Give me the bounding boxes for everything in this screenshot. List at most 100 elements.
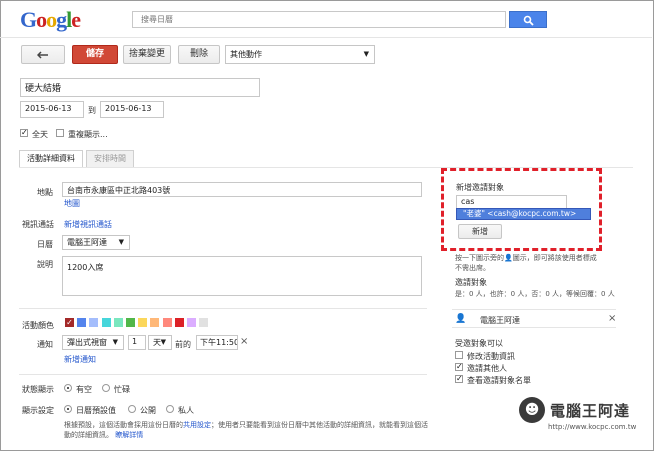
remove-guest-icon[interactable]: ×	[608, 313, 616, 324]
to-label: 到	[88, 106, 96, 115]
discard-button[interactable]: 捨棄變更	[123, 45, 171, 64]
learn-more-link[interactable]: 瞭解詳情	[115, 431, 143, 439]
end-date-input[interactable]: 2015-06-13	[100, 101, 164, 118]
notification-amount-input[interactable]: 1	[128, 335, 146, 350]
notification-label: 通知	[37, 340, 53, 349]
calendar-value: 電腦王阿達	[67, 238, 107, 247]
section-divider	[19, 374, 427, 375]
tab-find-time[interactable]: 安排時間	[86, 150, 134, 167]
add-video-call-link[interactable]: 新增視訊通話	[64, 219, 112, 230]
guest-divider	[452, 327, 616, 328]
search-icon	[523, 15, 534, 26]
calendar-select[interactable]: 電腦王阿達 ▼	[62, 235, 130, 250]
section-divider	[19, 308, 427, 309]
perm-see-guests-checkbox[interactable]: ✓	[455, 375, 463, 383]
sharing-settings-link[interactable]: 共用設定	[183, 421, 211, 429]
google-logo: Google	[20, 7, 81, 32]
remove-notification-icon[interactable]: ×	[240, 336, 248, 347]
perm-see-guests-label: 查看邀請對象名單	[467, 376, 531, 385]
person-icon: 👤	[504, 254, 513, 262]
watermark-logo-icon: ☻	[519, 397, 545, 423]
color-swatch-selected[interactable]: ✓	[65, 318, 74, 327]
perm-modify-checkbox[interactable]	[455, 351, 463, 359]
event-color-label: 活動顏色	[22, 321, 54, 330]
status-free-label: 有空	[76, 385, 92, 394]
allday-label: 全天	[32, 130, 48, 139]
person-icon: 👤	[455, 314, 467, 324]
guest-hint-text-3: 不需出席。	[455, 264, 490, 272]
guest-hint-text-2: 圖示，即可將該使用者標成	[512, 254, 597, 262]
allday-checkbox[interactable]: ✓	[20, 129, 28, 137]
status-busy-label: 忙碌	[114, 385, 130, 394]
guest-divider	[452, 309, 616, 310]
color-swatch[interactable]	[199, 318, 209, 327]
privacy-public-radio[interactable]	[128, 405, 136, 413]
search-button[interactable]	[509, 11, 547, 28]
description-label: 說明	[37, 260, 53, 269]
search-input[interactable]	[132, 11, 506, 28]
privacy-private-radio[interactable]	[166, 405, 174, 413]
privacy-label: 顯示設定	[22, 406, 54, 415]
delete-button[interactable]: 刪除	[178, 45, 220, 64]
privacy-public-label: 公開	[140, 406, 156, 415]
color-swatch[interactable]	[150, 318, 160, 327]
add-guest-title: 新增邀請對象	[456, 183, 504, 192]
color-swatch[interactable]	[138, 318, 148, 327]
add-notification-link[interactable]: 新增通知	[64, 354, 96, 365]
color-swatch[interactable]	[89, 318, 99, 327]
status-free-radio[interactable]	[64, 384, 72, 392]
guest-permissions-title: 受邀對象可以	[455, 339, 503, 348]
event-title-input[interactable]: 硬大結婚	[20, 78, 260, 97]
calendar-label: 日曆	[37, 240, 53, 249]
privacy-note-text: 根據預設，這個活動會採用這份日曆的	[64, 421, 183, 429]
where-label: 地點	[37, 188, 53, 197]
caret-down-icon: ▼	[160, 338, 166, 346]
notification-type-select[interactable]: 彈出式視窗 ▼	[62, 335, 124, 350]
caret-down-icon: ▼	[112, 338, 118, 346]
watermark-url: http://www.kocpc.com.tw	[548, 423, 637, 431]
where-input[interactable]: 台南市永康區中正北路403號	[62, 182, 422, 197]
color-swatch[interactable]	[187, 318, 196, 327]
guests-title: 邀請對象	[455, 278, 487, 287]
guest-hint: 按一下圖示旁的👤圖示，即可將該使用者標成不需出席。	[455, 253, 625, 273]
privacy-private-label: 私人	[178, 406, 194, 415]
add-guest-input[interactable]: cas	[456, 195, 567, 209]
color-swatch[interactable]	[77, 318, 87, 327]
status-busy-radio[interactable]	[102, 384, 110, 392]
privacy-default-label: 日曆預設值	[76, 406, 116, 415]
color-swatch[interactable]	[126, 318, 135, 327]
color-swatch[interactable]	[162, 318, 172, 327]
perm-invite-label: 邀請其他人	[467, 364, 507, 373]
color-swatch[interactable]	[101, 318, 111, 327]
privacy-default-radio[interactable]	[64, 405, 72, 413]
notification-before-label: 前的	[175, 340, 191, 349]
color-swatch[interactable]	[113, 318, 123, 327]
notification-unit-select[interactable]: 天 ▼	[148, 335, 172, 350]
repeat-checkbox[interactable]	[56, 129, 64, 137]
add-guest-button[interactable]: 新增	[458, 224, 502, 239]
privacy-note: 根據預設，這個活動會採用這份日曆的共用設定；使用者只要能看到這份日曆中其他活動的…	[64, 420, 434, 440]
rsvp-summary: 是：0 人，也許：0 人，否：0 人，等候回覆：0 人	[455, 290, 615, 298]
map-link[interactable]: 地圖	[64, 198, 80, 209]
guest-hint-text: 按一下圖示旁的	[455, 254, 504, 262]
tab-event-details[interactable]: 活動詳細資料	[19, 150, 83, 167]
header-divider	[0, 37, 652, 38]
caret-down-icon: ▼	[363, 50, 369, 58]
perm-invite-checkbox[interactable]: ✓	[455, 363, 463, 371]
guest-suggestion-item[interactable]: "老婆" <cash@kocpc.com.tw>	[456, 208, 591, 220]
watermark-title: 電腦王阿達	[550, 402, 631, 420]
caret-down-icon: ▼	[118, 238, 124, 246]
more-actions-select[interactable]: 其他動作 ▼	[225, 45, 375, 64]
back-button[interactable]	[21, 45, 65, 64]
repeat-label: 重複顯示...	[68, 130, 108, 139]
arrow-left-icon	[36, 51, 48, 59]
save-button[interactable]: 儲存	[72, 45, 118, 64]
more-actions-label: 其他動作	[230, 50, 262, 59]
color-swatch[interactable]	[174, 318, 184, 327]
guest-name: 電腦王阿達	[480, 316, 520, 325]
status-label: 狀態顯示	[22, 385, 54, 394]
description-textarea[interactable]: 1200入席	[62, 256, 422, 296]
notification-time-input[interactable]: 下午11:50	[196, 335, 238, 350]
start-date-input[interactable]: 2015-06-13	[20, 101, 84, 118]
video-call-label: 視訊通話	[22, 220, 54, 229]
